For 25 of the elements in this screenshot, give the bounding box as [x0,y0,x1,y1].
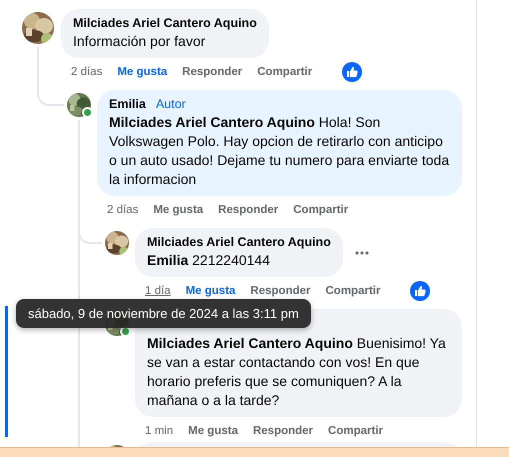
comment-time[interactable]: 2 días [107,204,138,216]
share-link[interactable]: Compartir [328,424,383,436]
like-link[interactable]: Me gusta [153,204,204,216]
share-link[interactable]: Compartir [326,284,380,296]
author-label: Autor [156,96,186,113]
comment-time[interactable]: 1 día [145,284,171,296]
like-link[interactable]: Me gusta [117,66,168,78]
comment-text: Milciades Ariel Cantero Aquino Buenisimo! Ya se van a estar contactando con vos! En que horario preferis que se comuniquen? A la mañana o a la tarde? [147,334,447,410]
share-link[interactable]: Compartir [257,66,312,78]
date-tooltip: sábado, 9 de noviembre de 2024 a las 3:11 pm [16,299,311,328]
reply-link[interactable]: Responder [250,284,310,296]
reply-link[interactable]: Responder [252,424,314,436]
comment-time[interactable]: 2 días [71,66,102,78]
comment-author[interactable]: Emilia [109,96,146,113]
comment-author[interactable]: Milciades Ariel Cantero Aquino [147,234,331,251]
share-link[interactable]: Compartir [293,204,348,216]
reply-link[interactable]: Responder [182,66,242,78]
like-link[interactable]: Me gusta [186,284,236,296]
like-link[interactable]: Me gusta [188,424,238,436]
comment-text: Emilia 2212240144 [147,251,272,270]
comment-text: Información por favor [73,32,206,51]
comment-author[interactable]: Milciades Ariel Cantero Aquino [73,15,257,32]
comment-text: Milciades Ariel Cantero Aquino Hola! Son Volkswagen Polo. Hay opcion de retirarlo con anticipo o un auto usado! Dejame tu numero para enviarte toda la informacion [109,113,450,189]
reply-link[interactable]: Responder [218,204,278,216]
comment-time[interactable]: 1 min [145,424,174,436]
